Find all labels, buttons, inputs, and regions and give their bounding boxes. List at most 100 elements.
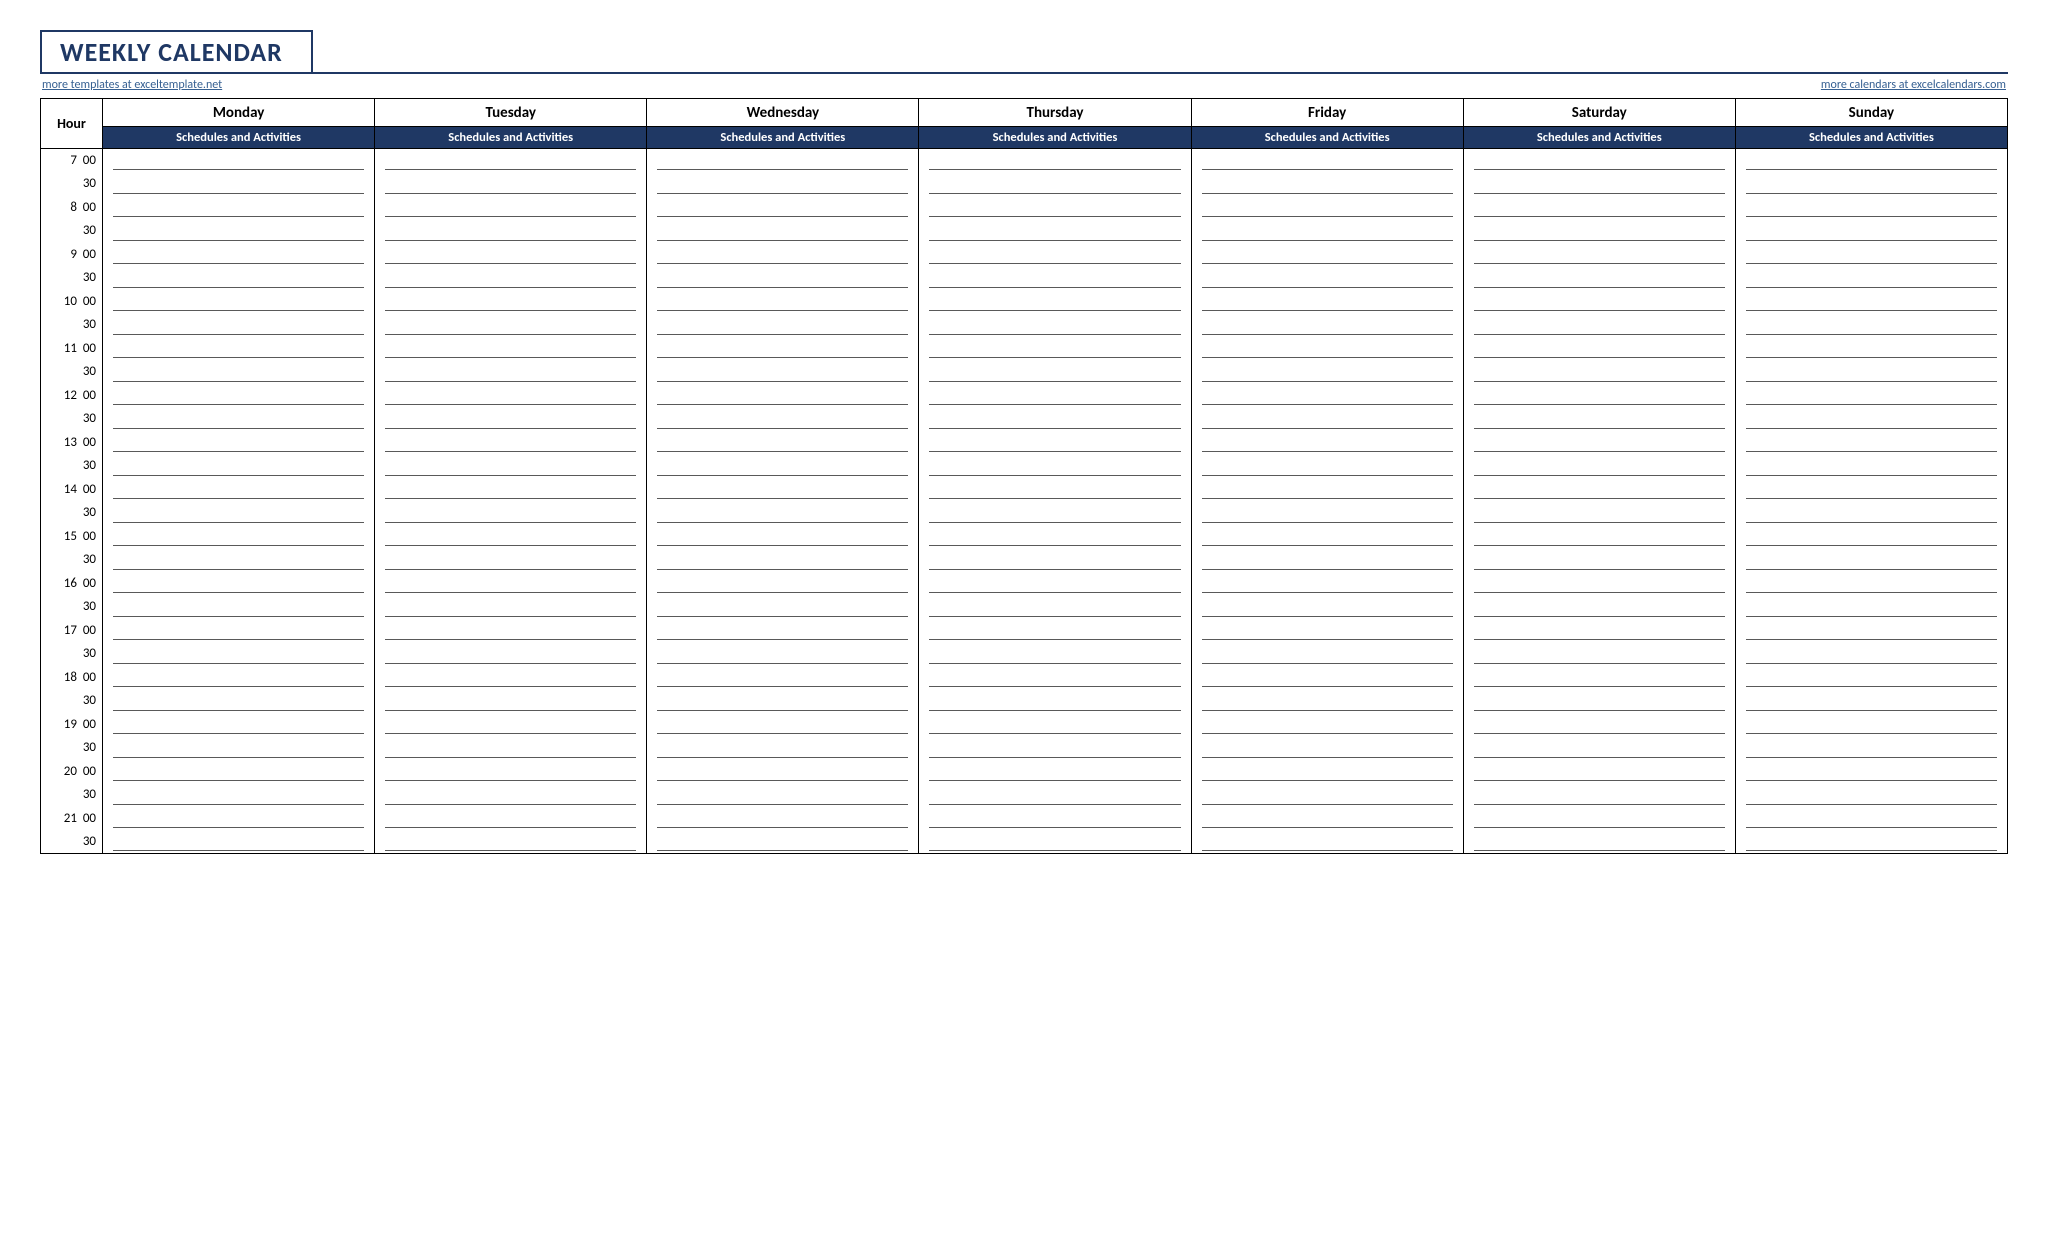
slot-wednesday-20-00[interactable] (647, 760, 919, 784)
slot-wednesday-19-30[interactable] (647, 736, 919, 760)
slot-wednesday-21-30[interactable] (647, 830, 919, 854)
slot-sunday-19-30[interactable] (1735, 736, 2007, 760)
slot-thursday-11-30[interactable] (919, 360, 1191, 384)
slot-friday-19-30[interactable] (1191, 736, 1463, 760)
slot-friday-12-30[interactable] (1191, 407, 1463, 431)
slot-tuesday-13-00[interactable] (375, 431, 647, 455)
slot-tuesday-9-00[interactable] (375, 243, 647, 267)
slot-sunday-17-00[interactable] (1735, 619, 2007, 643)
slot-saturday-7-00[interactable] (1463, 149, 1735, 173)
slot-monday-21-30[interactable] (103, 830, 375, 854)
slot-monday-15-00[interactable] (103, 525, 375, 549)
slot-monday-18-30[interactable] (103, 689, 375, 713)
slot-friday-17-30[interactable] (1191, 642, 1463, 666)
slot-wednesday-17-30[interactable] (647, 642, 919, 666)
slot-saturday-13-30[interactable] (1463, 454, 1735, 478)
slot-monday-19-30[interactable] (103, 736, 375, 760)
slot-tuesday-11-00[interactable] (375, 337, 647, 361)
slot-friday-10-30[interactable] (1191, 313, 1463, 337)
slot-friday-18-30[interactable] (1191, 689, 1463, 713)
slot-thursday-17-00[interactable] (919, 619, 1191, 643)
slot-saturday-21-30[interactable] (1463, 830, 1735, 854)
slot-friday-12-00[interactable] (1191, 384, 1463, 408)
slot-friday-10-00[interactable] (1191, 290, 1463, 314)
slot-friday-18-00[interactable] (1191, 666, 1463, 690)
slot-wednesday-14-30[interactable] (647, 501, 919, 525)
calendars-link[interactable]: more calendars at excelcalendars.com (1821, 78, 2006, 92)
slot-monday-9-30[interactable] (103, 266, 375, 290)
slot-saturday-8-00[interactable] (1463, 196, 1735, 220)
slot-wednesday-15-00[interactable] (647, 525, 919, 549)
slot-wednesday-12-30[interactable] (647, 407, 919, 431)
slot-sunday-18-30[interactable] (1735, 689, 2007, 713)
slot-wednesday-18-00[interactable] (647, 666, 919, 690)
slot-sunday-8-30[interactable] (1735, 219, 2007, 243)
slot-monday-15-30[interactable] (103, 548, 375, 572)
slot-monday-8-30[interactable] (103, 219, 375, 243)
slot-wednesday-14-00[interactable] (647, 478, 919, 502)
slot-wednesday-7-30[interactable] (647, 172, 919, 196)
slot-saturday-19-00[interactable] (1463, 713, 1735, 737)
slot-thursday-8-30[interactable] (919, 219, 1191, 243)
slot-friday-16-00[interactable] (1191, 572, 1463, 596)
slot-wednesday-17-00[interactable] (647, 619, 919, 643)
slot-friday-9-30[interactable] (1191, 266, 1463, 290)
slot-saturday-16-30[interactable] (1463, 595, 1735, 619)
slot-monday-12-30[interactable] (103, 407, 375, 431)
slot-thursday-16-30[interactable] (919, 595, 1191, 619)
slot-tuesday-15-30[interactable] (375, 548, 647, 572)
slot-wednesday-19-00[interactable] (647, 713, 919, 737)
slot-friday-19-00[interactable] (1191, 713, 1463, 737)
slot-monday-18-00[interactable] (103, 666, 375, 690)
slot-tuesday-12-00[interactable] (375, 384, 647, 408)
slot-thursday-20-00[interactable] (919, 760, 1191, 784)
slot-monday-14-00[interactable] (103, 478, 375, 502)
slot-thursday-18-00[interactable] (919, 666, 1191, 690)
slot-monday-20-30[interactable] (103, 783, 375, 807)
slot-monday-10-00[interactable] (103, 290, 375, 314)
slot-thursday-14-00[interactable] (919, 478, 1191, 502)
slot-sunday-20-30[interactable] (1735, 783, 2007, 807)
slot-monday-11-00[interactable] (103, 337, 375, 361)
slot-saturday-14-00[interactable] (1463, 478, 1735, 502)
slot-saturday-7-30[interactable] (1463, 172, 1735, 196)
slot-sunday-21-30[interactable] (1735, 830, 2007, 854)
slot-monday-16-00[interactable] (103, 572, 375, 596)
slot-friday-8-30[interactable] (1191, 219, 1463, 243)
slot-saturday-20-00[interactable] (1463, 760, 1735, 784)
slot-tuesday-19-00[interactable] (375, 713, 647, 737)
slot-friday-14-00[interactable] (1191, 478, 1463, 502)
slot-thursday-9-30[interactable] (919, 266, 1191, 290)
slot-saturday-10-00[interactable] (1463, 290, 1735, 314)
slot-friday-8-00[interactable] (1191, 196, 1463, 220)
slot-sunday-14-00[interactable] (1735, 478, 2007, 502)
slot-thursday-18-30[interactable] (919, 689, 1191, 713)
slot-saturday-9-00[interactable] (1463, 243, 1735, 267)
slot-wednesday-9-00[interactable] (647, 243, 919, 267)
slot-thursday-12-00[interactable] (919, 384, 1191, 408)
slot-thursday-16-00[interactable] (919, 572, 1191, 596)
slot-monday-17-00[interactable] (103, 619, 375, 643)
slot-saturday-17-00[interactable] (1463, 619, 1735, 643)
slot-wednesday-9-30[interactable] (647, 266, 919, 290)
slot-tuesday-19-30[interactable] (375, 736, 647, 760)
slot-friday-15-00[interactable] (1191, 525, 1463, 549)
slot-monday-7-00[interactable] (103, 149, 375, 173)
slot-thursday-10-00[interactable] (919, 290, 1191, 314)
slot-tuesday-14-30[interactable] (375, 501, 647, 525)
slot-saturday-15-30[interactable] (1463, 548, 1735, 572)
slot-sunday-16-30[interactable] (1735, 595, 2007, 619)
slot-thursday-15-00[interactable] (919, 525, 1191, 549)
slot-sunday-15-00[interactable] (1735, 525, 2007, 549)
slot-friday-21-30[interactable] (1191, 830, 1463, 854)
slot-tuesday-18-00[interactable] (375, 666, 647, 690)
slot-sunday-9-00[interactable] (1735, 243, 2007, 267)
slot-wednesday-21-00[interactable] (647, 807, 919, 831)
slot-sunday-7-30[interactable] (1735, 172, 2007, 196)
slot-sunday-12-30[interactable] (1735, 407, 2007, 431)
slot-sunday-14-30[interactable] (1735, 501, 2007, 525)
slot-saturday-12-00[interactable] (1463, 384, 1735, 408)
slot-thursday-8-00[interactable] (919, 196, 1191, 220)
slot-sunday-13-30[interactable] (1735, 454, 2007, 478)
slot-monday-13-30[interactable] (103, 454, 375, 478)
